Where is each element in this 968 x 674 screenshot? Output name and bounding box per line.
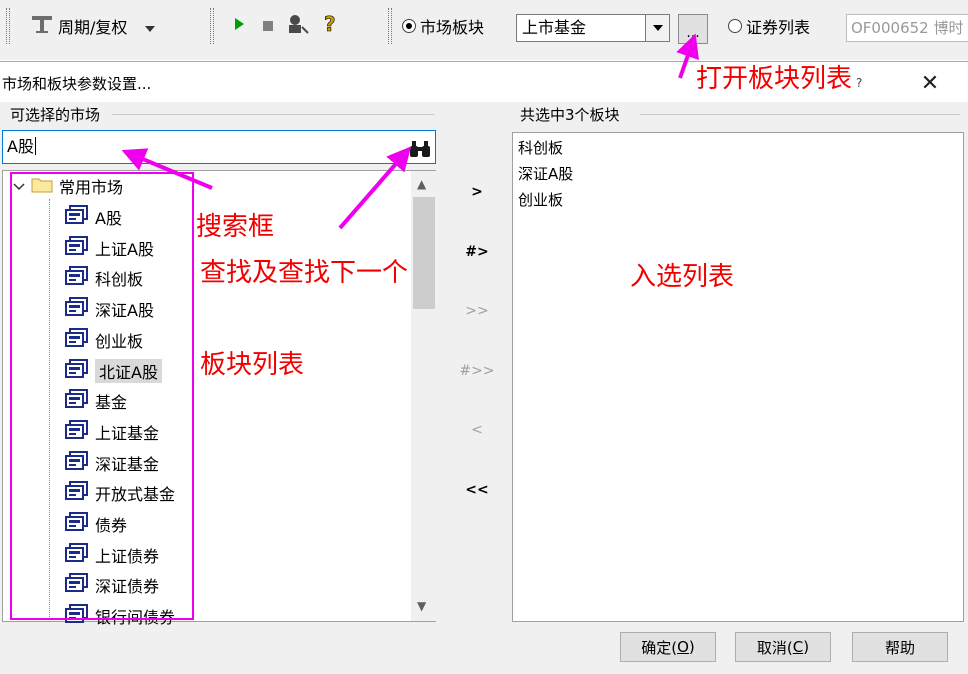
cycle-adjust-button[interactable]: 周期/复权 [30, 10, 156, 42]
toolbar-grip[interactable] [210, 8, 214, 44]
transfer-button[interactable]: < [452, 416, 502, 444]
left-group-title: 可选择的市场 [10, 106, 101, 124]
selected-list-item[interactable]: 科创板 [518, 137, 563, 158]
combo-arrow-button[interactable] [645, 15, 669, 41]
annotation-search-box: 搜索框 [196, 212, 275, 242]
annotation-find-next: 查找及查找下一个 [200, 258, 409, 288]
right-group-title: 共选中3个板块 [520, 106, 620, 124]
binoculars-icon[interactable] [409, 137, 431, 169]
help-icon[interactable]: ? [856, 76, 862, 90]
chevron-down-icon [652, 25, 663, 31]
security-code-field[interactable]: OF000652 博时 [846, 14, 968, 42]
scroll-thumb[interactable] [413, 197, 435, 309]
cycle-adjust-label: 周期/复权 [58, 18, 128, 37]
toolbar-grip[interactable] [388, 8, 392, 44]
annotation-selected-list: 入选列表 [630, 262, 735, 292]
cancel-button[interactable]: 取消(C) [735, 632, 831, 662]
help-button[interactable]: 帮助 [852, 632, 948, 662]
market-radio-dot[interactable] [402, 19, 416, 33]
tree-scrollbar[interactable]: ▲ ▼ [411, 171, 437, 621]
transfer-button[interactable]: << [452, 476, 502, 504]
chevron-down-icon [145, 17, 156, 36]
dialog-title: 市场和板块参数设置... [2, 75, 152, 93]
sector-list-highlight [10, 172, 194, 620]
transfer-button[interactable]: #> [452, 238, 502, 266]
transfer-button[interactable]: #>> [452, 357, 502, 385]
main-toolbar: 周期/复权 ? 市场板块 上市基金 ... 证券列表 OF000652 博时 [0, 0, 968, 62]
svg-text:?: ? [324, 13, 336, 35]
securities-radio-label: 证券列表 [746, 18, 811, 37]
annotation-open-list: 打开板块列表 [696, 64, 853, 94]
play-group: ? [232, 10, 338, 42]
securities-radio-dot[interactable] [728, 19, 742, 33]
annotation-sector-list: 板块列表 [200, 350, 305, 380]
cycle-icon [30, 13, 54, 39]
question-icon[interactable]: ? [322, 12, 338, 39]
scroll-down-icon[interactable]: ▼ [417, 599, 426, 613]
play-icon[interactable] [232, 16, 246, 36]
search-input-value: A股 [7, 137, 34, 156]
securities-radio[interactable]: 证券列表 [728, 10, 810, 42]
group-divider [112, 114, 434, 115]
transfer-button[interactable]: >> [452, 297, 502, 325]
search-input[interactable]: A股 [2, 130, 436, 164]
market-radio[interactable]: 市场板块 [402, 10, 484, 42]
selected-list-item[interactable]: 深证A股 [518, 163, 573, 184]
scroll-up-icon[interactable]: ▲ [417, 177, 426, 191]
transfer-button[interactable]: > [452, 178, 502, 206]
user-help-icon[interactable] [286, 13, 310, 39]
market-radio-label: 市场板块 [420, 18, 485, 37]
selected-sector-list[interactable]: 科创板深证A股创业板 [512, 132, 964, 622]
open-sector-list-button[interactable]: ... [678, 14, 708, 44]
selected-list-item[interactable]: 创业板 [518, 189, 563, 210]
market-combo[interactable]: 上市基金 [516, 14, 670, 42]
close-button[interactable]: ✕ [910, 68, 950, 98]
group-divider [640, 114, 960, 115]
market-combo-value: 上市基金 [522, 18, 587, 37]
stop-icon[interactable] [262, 17, 274, 36]
toolbar-grip[interactable] [6, 8, 10, 44]
ok-button[interactable]: 确定(O) [620, 632, 716, 662]
text-caret [34, 137, 36, 155]
